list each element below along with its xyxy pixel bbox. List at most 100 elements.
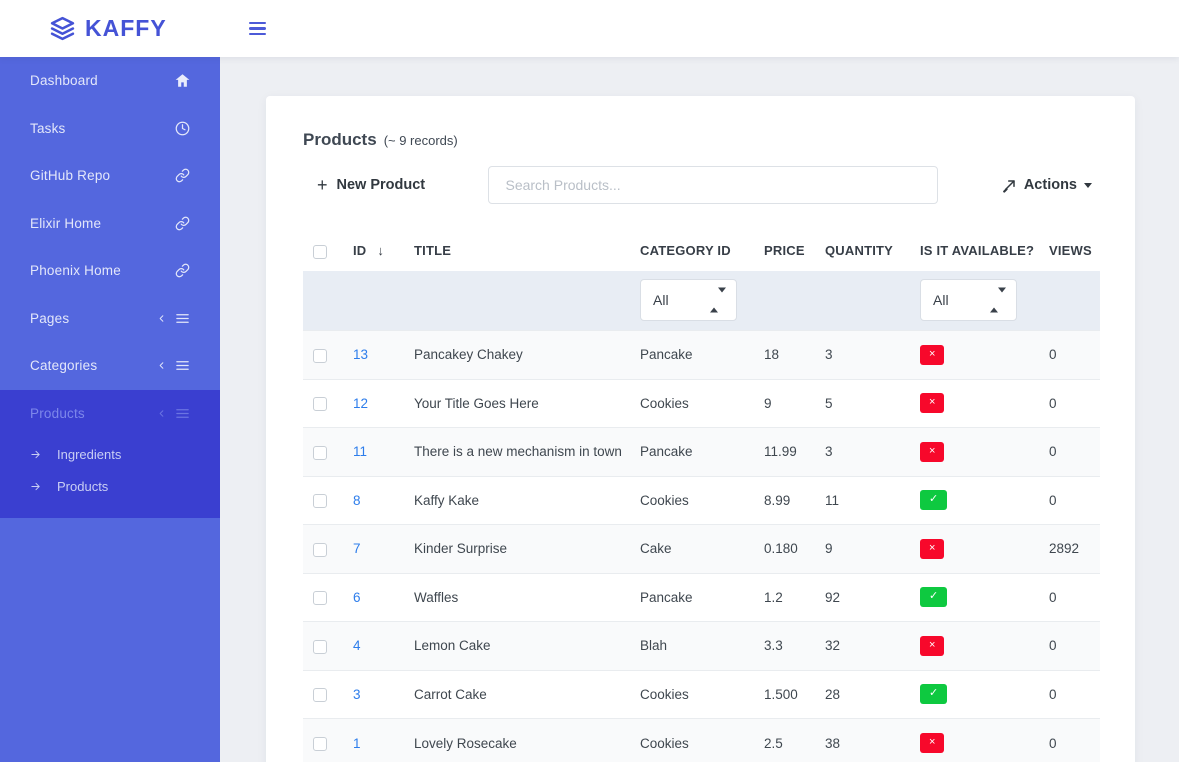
product-id-link[interactable]: 4: [353, 638, 361, 653]
table-body: 13 Pancakey Chakey Pancake 1 8 3 0 12 You…: [303, 331, 1100, 762]
cell-price: 8.99: [760, 476, 821, 525]
cell-category: Blah: [636, 622, 760, 671]
category-filter-select[interactable]: All: [640, 279, 737, 321]
sidebar-item-label: Products: [30, 406, 156, 421]
menu-icon: [249, 22, 266, 25]
cell-views: 0: [1045, 428, 1100, 477]
cell-price: 9: [760, 379, 821, 428]
sidebar-item-categories[interactable]: Categories: [0, 342, 220, 390]
cell-quantity: 11: [821, 476, 916, 525]
cell-quantity: 92: [821, 573, 916, 622]
sidebar-subitem-products[interactable]: Products: [0, 470, 220, 502]
search-input[interactable]: [488, 166, 938, 204]
sidebar-item-dashboard[interactable]: Dashboard: [0, 57, 220, 105]
clock-icon: [175, 121, 190, 136]
cell-category: Pancake: [636, 428, 760, 477]
home-icon: [175, 73, 190, 88]
row-checkbox[interactable]: [313, 640, 327, 654]
products-submenu: Ingredients Products: [0, 437, 220, 518]
product-id-link[interactable]: 12: [353, 396, 368, 411]
cell-views: 2892: [1045, 525, 1100, 574]
row-checkbox[interactable]: [313, 543, 327, 557]
table-row: 3 Carrot Cake Cookies 1.500 28 0: [303, 670, 1100, 719]
sort-down-icon: ↓: [377, 243, 384, 258]
cell-title: Kaffy Kake: [410, 476, 636, 525]
select-all-checkbox[interactable]: [313, 245, 327, 259]
column-header-quantity[interactable]: QUANTITY: [821, 233, 916, 271]
x-icon-badge: [920, 733, 944, 753]
sidebar-item-tasks[interactable]: Tasks: [0, 105, 220, 153]
column-header-title[interactable]: TITLE: [410, 233, 636, 271]
sidebar-toggle-button[interactable]: [247, 15, 268, 43]
cell-views: 0: [1045, 719, 1100, 762]
cell-views: 0: [1045, 573, 1100, 622]
cell-views: 0: [1045, 331, 1100, 380]
actions-dropdown-button[interactable]: Actions: [1002, 177, 1092, 193]
menu-icon: [175, 406, 190, 421]
filter-row: All All: [303, 271, 1100, 331]
row-checkbox[interactable]: [313, 737, 327, 751]
x-icon-badge: [920, 539, 944, 559]
row-checkbox[interactable]: [313, 688, 327, 702]
table-header-row: ID↓ TITLE CATEGORY ID PRICE QUANTITY IS …: [303, 233, 1100, 271]
link-icon: [175, 168, 190, 183]
row-checkbox[interactable]: [313, 494, 327, 508]
records-count: (~ 9 records): [384, 133, 458, 148]
column-header-category[interactable]: CATEGORY ID: [636, 233, 760, 271]
column-header-available[interactable]: IS IT AVAILABLE?: [916, 233, 1045, 271]
row-checkbox[interactable]: [313, 591, 327, 605]
chevron-left-icon: [156, 360, 167, 371]
check-icon-badge: [920, 490, 947, 510]
sidebar-item-elixir-home[interactable]: Elixir Home: [0, 200, 220, 248]
check-icon-badge: [920, 587, 947, 607]
column-header-views[interactable]: VIEWS: [1045, 233, 1100, 271]
cell-category: Pancake: [636, 331, 760, 380]
sidebar-item-products[interactable]: Products: [0, 390, 220, 438]
cell-title: Carrot Cake: [410, 670, 636, 719]
page-title: Products: [303, 130, 377, 150]
product-id-link[interactable]: 3: [353, 687, 361, 702]
sidebar-section-products: Products Ingredients Products: [0, 390, 220, 519]
sidebar-item-phoenix-home[interactable]: Phoenix Home: [0, 247, 220, 295]
table-row: 4 Lemon Cake Blah 3.3 32 0: [303, 622, 1100, 671]
x-icon-badge: [920, 636, 944, 656]
sidebar-item-github-repo[interactable]: GitHub Repo: [0, 152, 220, 200]
row-checkbox[interactable]: [313, 446, 327, 460]
check-icon-badge: [920, 684, 947, 704]
sidebar-subitem-ingredients[interactable]: Ingredients: [0, 438, 220, 470]
brand-name: KAFFY: [85, 15, 167, 42]
product-id-link[interactable]: 1: [353, 736, 361, 751]
new-product-label: New Product: [337, 177, 426, 193]
table-row: 11 There is a new mechanism in town Panc…: [303, 428, 1100, 477]
link-icon: [175, 216, 190, 231]
cell-price: 11.99: [760, 428, 821, 477]
column-header-id[interactable]: ID↓: [349, 233, 410, 271]
cell-quantity: 32: [821, 622, 916, 671]
product-id-link[interactable]: 7: [353, 541, 361, 556]
sidebar-item-label: Pages: [30, 311, 156, 326]
cell-title: Pancakey Chakey: [410, 331, 636, 380]
available-filter-select[interactable]: All: [920, 279, 1017, 321]
column-header-price[interactable]: PRICE: [760, 233, 821, 271]
new-product-button[interactable]: + New Product: [317, 177, 425, 193]
cell-title: Lovely Rosecake: [410, 719, 636, 762]
link-icon: [175, 263, 190, 278]
product-id-link[interactable]: 13: [353, 347, 368, 362]
row-checkbox[interactable]: [313, 397, 327, 411]
row-checkbox[interactable]: [313, 349, 327, 363]
sidebar-item-pages[interactable]: Pages: [0, 295, 220, 343]
cell-category: Cookies: [636, 670, 760, 719]
arrow-up-right-icon: [1002, 178, 1017, 193]
cell-views: 0: [1045, 476, 1100, 525]
product-id-link[interactable]: 11: [353, 444, 367, 459]
table-row: 12 Your Title Goes Here Cookies 9 5 0: [303, 379, 1100, 428]
product-id-link[interactable]: 8: [353, 493, 361, 508]
product-id-link[interactable]: 6: [353, 590, 361, 605]
cell-price: 1.2: [760, 573, 821, 622]
chevron-left-icon: [156, 408, 167, 419]
brand-logo[interactable]: KAFFY: [50, 15, 220, 42]
products-table: ID↓ TITLE CATEGORY ID PRICE QUANTITY IS …: [303, 233, 1100, 762]
cell-quantity: 3: [821, 428, 916, 477]
top-navbar: KAFFY: [0, 0, 1179, 57]
actions-label: Actions: [1024, 177, 1077, 193]
